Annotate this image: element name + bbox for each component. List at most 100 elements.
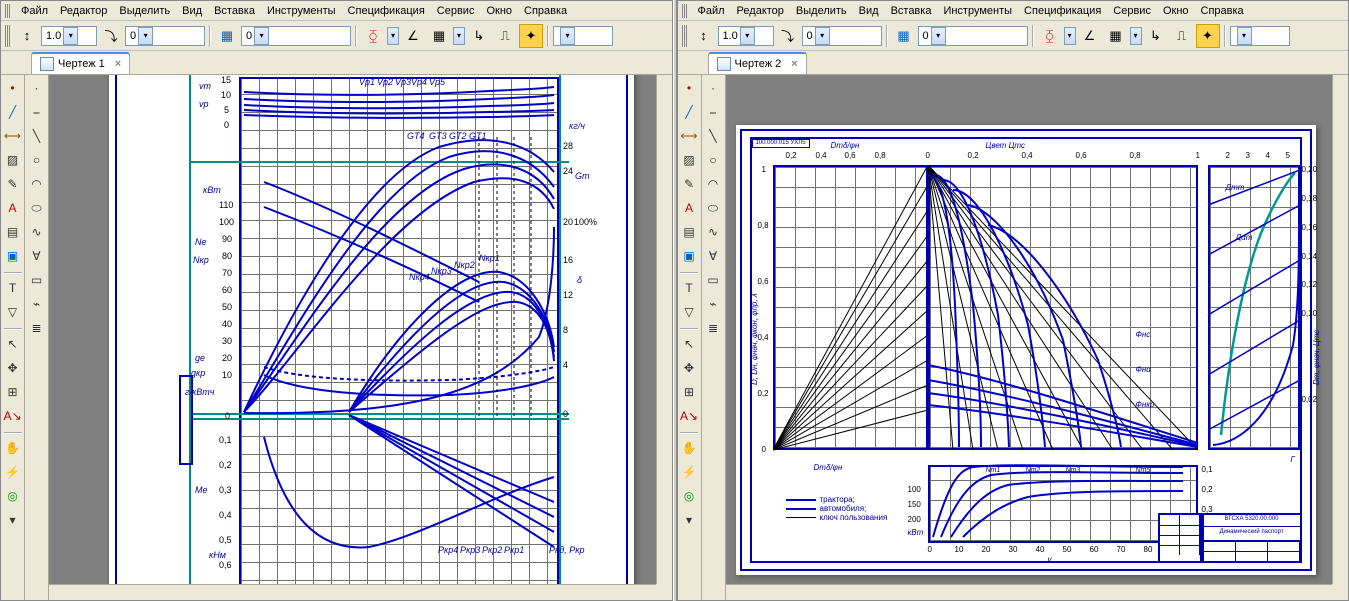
extra-select[interactable]: ▾ <box>1230 26 1290 46</box>
magnet-dropdown[interactable]: ▾ <box>1064 27 1076 45</box>
scale-select[interactable]: 1.0▾ <box>41 26 97 46</box>
angle-snap-icon[interactable]: ∠ <box>1078 24 1102 48</box>
ortho-icon[interactable]: ⎍ <box>1170 24 1194 48</box>
menu-file[interactable]: Файл <box>15 3 54 19</box>
pan-icon[interactable]: ✋ <box>2 437 24 459</box>
magnet-icon[interactable]: ⧲ <box>1038 24 1062 48</box>
dimension-icon[interactable]: ⟷ <box>2 125 24 147</box>
menu-view[interactable]: Вид <box>853 3 885 19</box>
style-step-icon[interactable]: ↕ <box>692 24 716 48</box>
h-scrollbar[interactable] <box>726 584 1333 600</box>
hatch-icon[interactable]: ▦ <box>215 24 239 48</box>
grid-dropdown[interactable]: ▾ <box>453 27 465 45</box>
menu-editor[interactable]: Редактор <box>731 3 790 19</box>
hatch2-icon[interactable]: ▨ <box>2 149 24 171</box>
hatch-icon[interactable]: ▦ <box>892 24 916 48</box>
document-tab[interactable]: Чертеж 1 × <box>31 52 130 74</box>
seg-icon[interactable]: ╲ <box>26 125 48 147</box>
text-t-icon[interactable]: T <box>2 277 24 299</box>
menu-window[interactable]: Окно <box>1157 3 1195 19</box>
grid-icon[interactable]: ▦ <box>1104 24 1128 48</box>
rect-icon[interactable]: ▭ <box>702 269 724 291</box>
axes-icon[interactable]: ↳ <box>467 24 491 48</box>
edit-icon[interactable]: ✎ <box>2 173 24 195</box>
bolt-icon[interactable]: ⚡ <box>678 461 700 483</box>
menu-select[interactable]: Выделить <box>790 3 853 19</box>
menu-editor[interactable]: Редактор <box>54 3 113 19</box>
circle-icon[interactable]: ○ <box>702 149 724 171</box>
style-step-icon[interactable]: ↕ <box>15 24 39 48</box>
spline-icon[interactable]: ∿ <box>702 221 724 243</box>
scale-select[interactable]: 1.0▾ <box>718 26 774 46</box>
menu-select[interactable]: Выделить <box>113 3 176 19</box>
point-icon[interactable]: • <box>678 77 700 99</box>
menu-tools[interactable]: Инструменты <box>261 3 342 19</box>
cursor-icon[interactable]: ↖ <box>678 333 700 355</box>
line-icon[interactable]: ╱ <box>678 101 700 123</box>
layer-select[interactable]: 0▾ <box>918 26 1028 46</box>
bolt-icon[interactable]: ⚡ <box>2 461 24 483</box>
pt-icon[interactable]: · <box>702 77 724 99</box>
aux-line-icon[interactable]: ⎯ <box>702 101 724 123</box>
down-icon[interactable]: ▾ <box>2 509 24 531</box>
rounding-icon[interactable]: ✦ <box>1196 24 1220 48</box>
table-icon[interactable]: ▤ <box>2 221 24 243</box>
magnet-dropdown[interactable]: ▾ <box>387 27 399 45</box>
seg-icon[interactable]: ╲ <box>702 125 724 147</box>
multi-icon[interactable]: ≣ <box>702 317 724 339</box>
menubar-handle[interactable] <box>682 4 688 18</box>
tab-close-icon[interactable]: × <box>785 58 797 70</box>
pan-icon[interactable]: ✋ <box>678 437 700 459</box>
grid-icon[interactable]: ▦ <box>427 24 451 48</box>
step-select[interactable]: 0▾ <box>802 26 882 46</box>
ellipse-icon[interactable]: ⬭ <box>26 197 48 219</box>
line-icon[interactable]: ╱ <box>2 101 24 123</box>
extra-select[interactable]: ▾ <box>553 26 613 46</box>
menu-tools[interactable]: Инструменты <box>937 3 1018 19</box>
roughness-icon[interactable]: ▽ <box>2 301 24 323</box>
bezier-icon[interactable]: Ɐ <box>702 245 724 267</box>
move-icon[interactable]: ✥ <box>678 357 700 379</box>
menubar-handle[interactable] <box>5 4 11 18</box>
edit-icon[interactable]: ✎ <box>678 173 700 195</box>
roughness-icon[interactable]: ▽ <box>678 301 700 323</box>
text-t-icon[interactable]: T <box>678 277 700 299</box>
pt-icon[interactable]: · <box>26 77 48 99</box>
menu-service[interactable]: Сервис <box>431 3 481 19</box>
move-icon[interactable]: ✥ <box>2 357 24 379</box>
magnet-icon[interactable]: ⧲ <box>361 24 385 48</box>
tab-close-icon[interactable]: × <box>109 58 121 70</box>
layers-icon[interactable]: ▣ <box>678 245 700 267</box>
views-icon[interactable]: ⊞ <box>2 381 24 403</box>
arc-icon[interactable]: ◠ <box>702 173 724 195</box>
polyline-icon[interactable]: ⌁ <box>26 293 48 315</box>
canvas[interactable]: vт vp кВт Nе Nкр gе gкр г/кВтч Mе кНм Pк… <box>49 75 672 600</box>
v-scrollbar[interactable] <box>656 75 672 584</box>
target-icon[interactable]: ◎ <box>678 485 700 507</box>
h-scrollbar[interactable] <box>49 584 656 600</box>
step-icon[interactable]: ⤵ <box>99 24 123 48</box>
menu-insert[interactable]: Вставка <box>885 3 938 19</box>
menu-insert[interactable]: Вставка <box>208 3 261 19</box>
ellipse-icon[interactable]: ⬭ <box>702 197 724 219</box>
menu-help[interactable]: Справка <box>518 3 573 19</box>
point-icon[interactable]: • <box>2 77 24 99</box>
rounding-icon[interactable]: ✦ <box>519 24 543 48</box>
document-tab[interactable]: Чертеж 2 × <box>708 52 807 74</box>
cursor-icon[interactable]: ↖ <box>2 333 24 355</box>
aux-line-icon[interactable]: ⎯ <box>26 101 48 123</box>
step-select[interactable]: 0▾ <box>125 26 205 46</box>
ortho-icon[interactable]: ⎍ <box>493 24 517 48</box>
circle-icon[interactable]: ○ <box>26 149 48 171</box>
menu-view[interactable]: Вид <box>176 3 208 19</box>
dimension-icon[interactable]: ⟷ <box>678 125 700 147</box>
text-a-icon[interactable]: A <box>678 197 700 219</box>
arc-icon[interactable]: ◠ <box>26 173 48 195</box>
v-scrollbar[interactable] <box>1332 75 1348 584</box>
layers-icon[interactable]: ▣ <box>2 245 24 267</box>
angle-snap-icon[interactable]: ∠ <box>401 24 425 48</box>
menu-spec[interactable]: Спецификация <box>1018 3 1107 19</box>
target-icon[interactable]: ◎ <box>2 485 24 507</box>
multi-icon[interactable]: ≣ <box>26 317 48 339</box>
menu-window[interactable]: Окно <box>480 3 518 19</box>
